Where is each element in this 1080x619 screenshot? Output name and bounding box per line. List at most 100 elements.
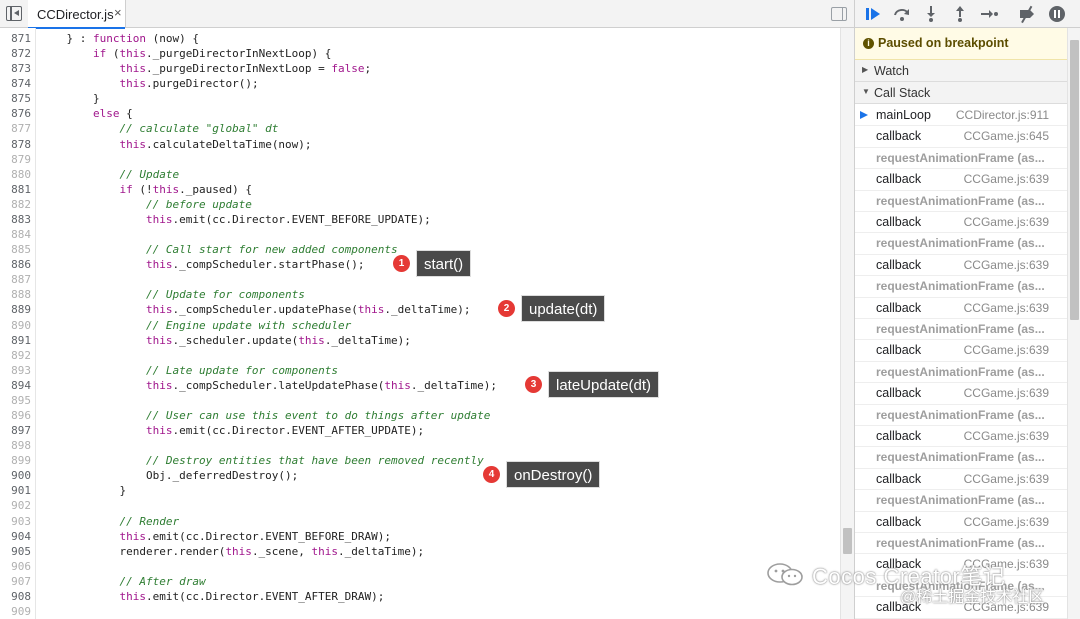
code-line[interactable]: 891 this._scheduler.update(this._deltaTi… bbox=[0, 333, 840, 348]
pause-on-exceptions-icon[interactable] bbox=[1047, 4, 1067, 24]
line-number[interactable]: 890 bbox=[0, 318, 31, 333]
line-number[interactable]: 886 bbox=[0, 257, 31, 272]
call-frame[interactable]: callback CCGame.js:639 bbox=[855, 469, 1067, 491]
call-frame[interactable]: callback CCGame.js:645 bbox=[855, 126, 1067, 148]
code-line[interactable]: 877 // calculate "global" dt bbox=[0, 121, 840, 136]
line-number[interactable]: 881 bbox=[0, 182, 31, 197]
frame-location[interactable]: CCGame.js:645 bbox=[964, 129, 1049, 143]
line-number[interactable]: 888 bbox=[0, 287, 31, 302]
debugger-scrollbar-thumb[interactable] bbox=[1070, 40, 1079, 320]
call-frame[interactable]: callback CCGame.js:639 bbox=[855, 512, 1067, 533]
code-line[interactable]: 873 this._purgeDirectorInNextLoop = fals… bbox=[0, 61, 840, 76]
line-number[interactable]: 898 bbox=[0, 438, 31, 453]
editor-scrollbar-thumb[interactable] bbox=[843, 528, 852, 554]
frame-location[interactable]: CCGame.js:639 bbox=[964, 258, 1049, 272]
toggle-navigator-icon[interactable] bbox=[6, 6, 22, 21]
code-line[interactable]: 900 Obj._deferredDestroy(); bbox=[0, 468, 840, 483]
code-line[interactable]: 888 // Update for components bbox=[0, 287, 840, 302]
line-number[interactable]: 893 bbox=[0, 363, 31, 378]
line-number[interactable]: 885 bbox=[0, 242, 31, 257]
code-line[interactable]: 884 bbox=[0, 227, 840, 242]
code-line[interactable]: 897 this.emit(cc.Director.EVENT_AFTER_UP… bbox=[0, 423, 840, 438]
line-number[interactable]: 908 bbox=[0, 589, 31, 604]
line-number[interactable]: 884 bbox=[0, 227, 31, 242]
code-line[interactable]: 881 if (!this._paused) { bbox=[0, 182, 840, 197]
code-line[interactable]: 890 // Engine update with scheduler bbox=[0, 318, 840, 333]
call-frame[interactable]: mainLoop CCDirector.js:911 bbox=[855, 105, 1067, 127]
line-number[interactable]: 902 bbox=[0, 498, 31, 513]
call-frame[interactable]: callback CCGame.js:639 bbox=[855, 340, 1067, 362]
line-number[interactable]: 895 bbox=[0, 393, 31, 408]
code-line[interactable]: 892 bbox=[0, 348, 840, 363]
line-number[interactable]: 877 bbox=[0, 121, 31, 136]
code-line[interactable]: 882 // before update bbox=[0, 197, 840, 212]
line-number[interactable]: 905 bbox=[0, 544, 31, 559]
line-number[interactable]: 887 bbox=[0, 272, 31, 287]
code-line[interactable]: 907 // After draw bbox=[0, 574, 840, 589]
close-icon[interactable]: × bbox=[114, 5, 122, 20]
line-number[interactable]: 903 bbox=[0, 514, 31, 529]
code-line[interactable]: 899 // Destroy entities that have been r… bbox=[0, 453, 840, 468]
line-number[interactable]: 871 bbox=[0, 31, 31, 46]
line-number[interactable]: 892 bbox=[0, 348, 31, 363]
frame-location[interactable]: CCGame.js:639 bbox=[964, 515, 1049, 529]
code-line[interactable]: 908 this.emit(cc.Director.EVENT_AFTER_DR… bbox=[0, 589, 840, 604]
frame-location[interactable]: CCGame.js:639 bbox=[964, 301, 1049, 315]
call-frame[interactable]: callback CCGame.js:639 bbox=[855, 212, 1067, 234]
code-line[interactable]: 874 this.purgeDirector(); bbox=[0, 76, 840, 91]
frame-location[interactable]: CCDirector.js:911 bbox=[956, 108, 1049, 122]
code-line[interactable]: 894 this._compScheduler.lateUpdatePhase(… bbox=[0, 378, 840, 393]
code-line[interactable]: 879 bbox=[0, 152, 840, 167]
line-number[interactable]: 901 bbox=[0, 483, 31, 498]
line-number[interactable]: 899 bbox=[0, 453, 31, 468]
frame-location[interactable]: CCGame.js:639 bbox=[964, 386, 1049, 400]
code-line[interactable]: 901 } bbox=[0, 483, 840, 498]
watch-section-header[interactable]: ▶ Watch bbox=[855, 60, 1067, 82]
code-line[interactable]: 876 else { bbox=[0, 106, 840, 121]
frame-location[interactable]: CCGame.js:639 bbox=[964, 472, 1049, 486]
line-number[interactable]: 873 bbox=[0, 61, 31, 76]
call-frame[interactable]: callback CCGame.js:639 bbox=[855, 426, 1067, 448]
code-editor[interactable]: 871 } : function (now) {872 if (this._pu… bbox=[0, 28, 840, 619]
code-line[interactable]: 889 this._compScheduler.updatePhase(this… bbox=[0, 302, 840, 317]
line-number[interactable]: 891 bbox=[0, 333, 31, 348]
call-frame[interactable]: callback CCGame.js:639 bbox=[855, 383, 1067, 405]
line-number[interactable]: 883 bbox=[0, 212, 31, 227]
code-line[interactable]: 875 } bbox=[0, 91, 840, 106]
code-line[interactable]: 895 bbox=[0, 393, 840, 408]
code-line[interactable]: 905 renderer.render(this._scene, this._d… bbox=[0, 544, 840, 559]
line-number[interactable]: 882 bbox=[0, 197, 31, 212]
line-number[interactable]: 880 bbox=[0, 167, 31, 182]
line-number[interactable]: 872 bbox=[0, 46, 31, 61]
frame-location[interactable]: CCGame.js:639 bbox=[964, 343, 1049, 357]
line-number[interactable]: 909 bbox=[0, 604, 31, 619]
step-out-icon[interactable] bbox=[950, 4, 970, 24]
code-line[interactable]: 902 bbox=[0, 498, 840, 513]
resume-icon[interactable] bbox=[863, 4, 883, 24]
code-line[interactable]: 903 // Render bbox=[0, 514, 840, 529]
line-number[interactable]: 879 bbox=[0, 152, 31, 167]
step-over-icon[interactable] bbox=[892, 4, 912, 24]
code-line[interactable]: 883 this.emit(cc.Director.EVENT_BEFORE_U… bbox=[0, 212, 840, 227]
call-frame[interactable]: callback CCGame.js:639 bbox=[855, 298, 1067, 319]
frame-location[interactable]: CCGame.js:639 bbox=[964, 429, 1049, 443]
code-line[interactable]: 878 this.calculateDeltaTime(now); bbox=[0, 137, 840, 152]
line-number[interactable]: 897 bbox=[0, 423, 31, 438]
code-line[interactable]: 906 bbox=[0, 559, 840, 574]
toggle-debugger-sidebar-icon[interactable] bbox=[831, 7, 847, 21]
code-line[interactable]: 893 // Late update for components bbox=[0, 363, 840, 378]
code-line[interactable]: 896 // User can use this event to do thi… bbox=[0, 408, 840, 423]
line-number[interactable]: 907 bbox=[0, 574, 31, 589]
line-number[interactable]: 906 bbox=[0, 559, 31, 574]
callstack-section-header[interactable]: ▼ Call Stack bbox=[855, 82, 1067, 104]
call-frame[interactable]: callback CCGame.js:639 bbox=[855, 169, 1067, 191]
line-number[interactable]: 896 bbox=[0, 408, 31, 423]
step-into-icon[interactable] bbox=[921, 4, 941, 24]
code-line[interactable]: 898 bbox=[0, 438, 840, 453]
frame-location[interactable]: CCGame.js:639 bbox=[964, 215, 1049, 229]
code-line[interactable]: 880 // Update bbox=[0, 167, 840, 182]
step-icon[interactable] bbox=[979, 4, 999, 24]
line-number[interactable]: 894 bbox=[0, 378, 31, 393]
line-number[interactable]: 889 bbox=[0, 302, 31, 317]
line-number[interactable]: 876 bbox=[0, 106, 31, 121]
